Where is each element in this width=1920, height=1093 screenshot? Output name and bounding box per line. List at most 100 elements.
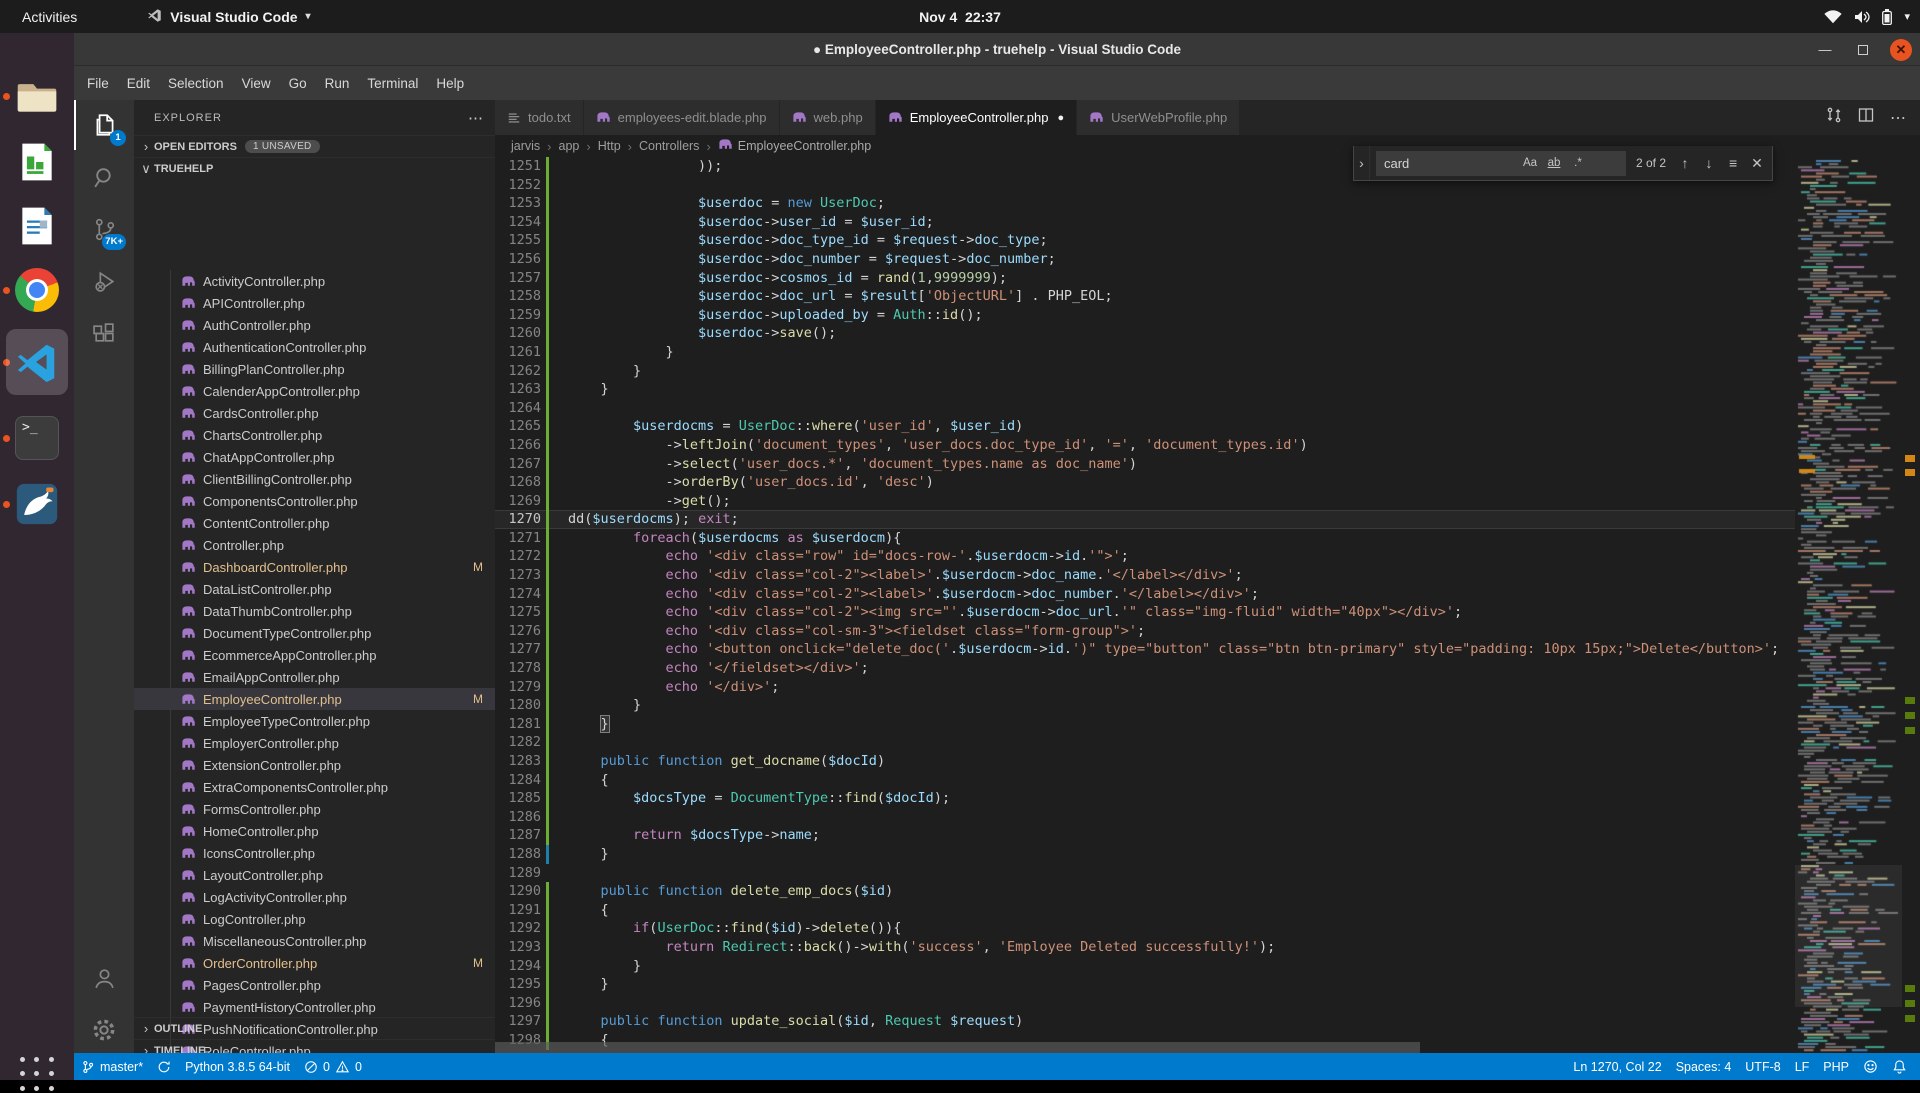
file-DataListController.php[interactable]: DataListController.php bbox=[134, 578, 495, 600]
timeline-section[interactable]: › TIMELINE bbox=[134, 1039, 495, 1053]
file-EcommerceAppController.php[interactable]: EcommerceAppController.php bbox=[134, 644, 495, 666]
menu-run[interactable]: Run bbox=[316, 72, 359, 95]
explorer-icon[interactable]: 1 bbox=[74, 100, 134, 150]
menu-file[interactable]: File bbox=[78, 72, 118, 95]
line-number[interactable]: 1257 bbox=[495, 269, 541, 288]
find-previous-icon[interactable]: ↑ bbox=[1674, 152, 1696, 174]
code-line[interactable]: 1264 bbox=[495, 399, 1795, 418]
code-line[interactable]: 1273 echo '<div class="col-2"><label>'.$… bbox=[495, 566, 1795, 585]
code-line[interactable]: 1285 $docsType = DocumentType::find($doc… bbox=[495, 789, 1795, 808]
code-line[interactable]: 1263 } bbox=[495, 380, 1795, 399]
system-tray[interactable]: ▾ bbox=[1824, 9, 1910, 25]
find-next-icon[interactable]: ↓ bbox=[1698, 152, 1720, 174]
line-number[interactable]: 1279 bbox=[495, 678, 541, 697]
git-branch-item[interactable]: master* bbox=[74, 1053, 150, 1080]
code-line[interactable]: 1281 } bbox=[495, 715, 1795, 734]
app-grid-button[interactable] bbox=[18, 1055, 56, 1093]
line-number[interactable]: 1264 bbox=[495, 399, 541, 418]
language-mode-item[interactable]: PHP bbox=[1816, 1053, 1856, 1080]
line-number[interactable]: 1289 bbox=[495, 864, 541, 883]
line-number[interactable]: 1292 bbox=[495, 919, 541, 938]
code-line[interactable]: 1286 bbox=[495, 808, 1795, 827]
search-icon[interactable] bbox=[74, 152, 134, 202]
file-LayoutController.php[interactable]: LayoutController.php bbox=[134, 864, 495, 886]
file-OrderController.php[interactable]: OrderController.phpM bbox=[134, 952, 495, 974]
line-number[interactable]: 1295 bbox=[495, 975, 541, 994]
file-HomeController.php[interactable]: HomeController.php bbox=[134, 820, 495, 842]
workspace-root[interactable]: ∨ TRUEHELP bbox=[134, 157, 495, 179]
file-DashboardController.php[interactable]: DashboardController.phpM bbox=[134, 556, 495, 578]
line-number[interactable]: 1277 bbox=[495, 640, 541, 659]
breadcrumb-item[interactable]: Http bbox=[598, 139, 621, 153]
tab-employees-edit.blade.php[interactable]: employees-edit.blade.php bbox=[584, 100, 780, 135]
breadcrumb-item[interactable]: app bbox=[559, 139, 580, 153]
cursor-position-item[interactable]: Ln 1270, Col 22 bbox=[1566, 1053, 1668, 1080]
file-ClientBillingController.php[interactable]: ClientBillingController.php bbox=[134, 468, 495, 490]
tab-UserWebProfile.php[interactable]: UserWebProfile.php bbox=[1077, 100, 1240, 135]
line-number[interactable]: 1294 bbox=[495, 957, 541, 976]
regex-icon[interactable]: .* bbox=[1568, 153, 1588, 173]
code-line[interactable]: 1257 $userdoc->cosmos_id = rand(1,999999… bbox=[495, 269, 1795, 288]
code-line[interactable]: 1265 $userdocms = UserDoc::where('user_i… bbox=[495, 417, 1795, 436]
accounts-icon[interactable] bbox=[74, 953, 134, 1003]
code-line[interactable]: 1291 { bbox=[495, 901, 1795, 920]
code-line[interactable]: 1289 bbox=[495, 864, 1795, 883]
sidebar-more-actions[interactable]: ⋯ bbox=[468, 109, 483, 127]
tab-web.php[interactable]: web.php bbox=[780, 100, 876, 135]
line-number[interactable]: 1263 bbox=[495, 380, 541, 399]
menu-terminal[interactable]: Terminal bbox=[358, 72, 427, 95]
file-APIController.php[interactable]: APIController.php bbox=[134, 292, 495, 314]
line-number[interactable]: 1255 bbox=[495, 231, 541, 250]
scrollbar-thumb[interactable] bbox=[495, 1042, 1420, 1053]
menu-view[interactable]: View bbox=[233, 72, 280, 95]
code-editor[interactable]: 1251 ));12521253 $userdoc = new UserDoc;… bbox=[495, 157, 1795, 1053]
notifications-bell-icon[interactable] bbox=[1885, 1053, 1914, 1080]
menu-edit[interactable]: Edit bbox=[118, 72, 159, 95]
dock-mysql-workbench[interactable] bbox=[10, 477, 64, 531]
breadcrumb-file[interactable]: EmployeeController.php bbox=[718, 137, 871, 155]
horizontal-scrollbar[interactable] bbox=[495, 1042, 1795, 1053]
code-line[interactable]: 1259 $userdoc->uploaded_by = Auth::id(); bbox=[495, 306, 1795, 325]
breadcrumb-item[interactable]: Controllers bbox=[639, 139, 699, 153]
python-interpreter-item[interactable]: Python 3.8.5 64-bit bbox=[178, 1053, 297, 1080]
file-ChartsController.php[interactable]: ChartsController.php bbox=[134, 424, 495, 446]
line-number[interactable]: 1268 bbox=[495, 473, 541, 492]
line-number[interactable]: 1271 bbox=[495, 529, 541, 548]
line-number[interactable]: 1251 bbox=[495, 157, 541, 176]
line-number[interactable]: 1260 bbox=[495, 324, 541, 343]
line-number[interactable]: 1296 bbox=[495, 994, 541, 1013]
file-ActivityController.php[interactable]: ActivityController.php bbox=[134, 270, 495, 292]
code-line[interactable]: 1256 $userdoc->doc_number = $request->do… bbox=[495, 250, 1795, 269]
menu-selection[interactable]: Selection bbox=[159, 72, 233, 95]
minimize-button[interactable]: — bbox=[1814, 39, 1836, 61]
code-line[interactable]: 1282 bbox=[495, 733, 1795, 752]
file-LogActivityController.php[interactable]: LogActivityController.php bbox=[134, 886, 495, 908]
code-line[interactable]: 1268 ->orderBy('user_docs.id', 'desc') bbox=[495, 473, 1795, 492]
dock-libreoffice-writer[interactable] bbox=[10, 199, 64, 253]
code-line[interactable]: 1288 } bbox=[495, 845, 1795, 864]
code-line[interactable]: 1277 echo '<button onclick="delete_doc('… bbox=[495, 640, 1795, 659]
find-input[interactable] bbox=[1376, 151, 1626, 176]
code-line[interactable]: 1261 } bbox=[495, 343, 1795, 362]
file-DocumentTypeController.php[interactable]: DocumentTypeController.php bbox=[134, 622, 495, 644]
code-line[interactable]: 1270dd($userdocms); exit; bbox=[495, 510, 1795, 529]
code-line[interactable]: 1290 public function delete_emp_docs($id… bbox=[495, 882, 1795, 901]
code-line[interactable]: 1253 $userdoc = new UserDoc; bbox=[495, 194, 1795, 213]
find-toggle-replace[interactable]: › bbox=[1354, 146, 1370, 180]
code-line[interactable]: 1276 echo '<div class="col-sm-3"><fields… bbox=[495, 622, 1795, 641]
code-line[interactable]: 1295 } bbox=[495, 975, 1795, 994]
file-ContentController.php[interactable]: ContentController.php bbox=[134, 512, 495, 534]
close-button[interactable]: ✕ bbox=[1890, 39, 1912, 61]
file-EmailAppController.php[interactable]: EmailAppController.php bbox=[134, 666, 495, 688]
code-line[interactable]: 1283 public function get_docname($docId) bbox=[495, 752, 1795, 771]
minimap-slider[interactable] bbox=[1795, 865, 1902, 1007]
line-number[interactable]: 1265 bbox=[495, 417, 541, 436]
file-EmployeeController.php[interactable]: EmployeeController.phpM bbox=[134, 688, 495, 710]
code-line[interactable]: 1275 echo '<div class="col-2"><img src="… bbox=[495, 603, 1795, 622]
sync-icon[interactable] bbox=[150, 1053, 178, 1080]
breadcrumb-item[interactable]: jarvis bbox=[511, 139, 540, 153]
file-EmployeeTypeController.php[interactable]: EmployeeTypeController.php bbox=[134, 710, 495, 732]
whole-word-icon[interactable]: ab bbox=[1544, 153, 1564, 173]
restore-button[interactable] bbox=[1858, 45, 1868, 55]
line-number[interactable]: 1282 bbox=[495, 733, 541, 752]
